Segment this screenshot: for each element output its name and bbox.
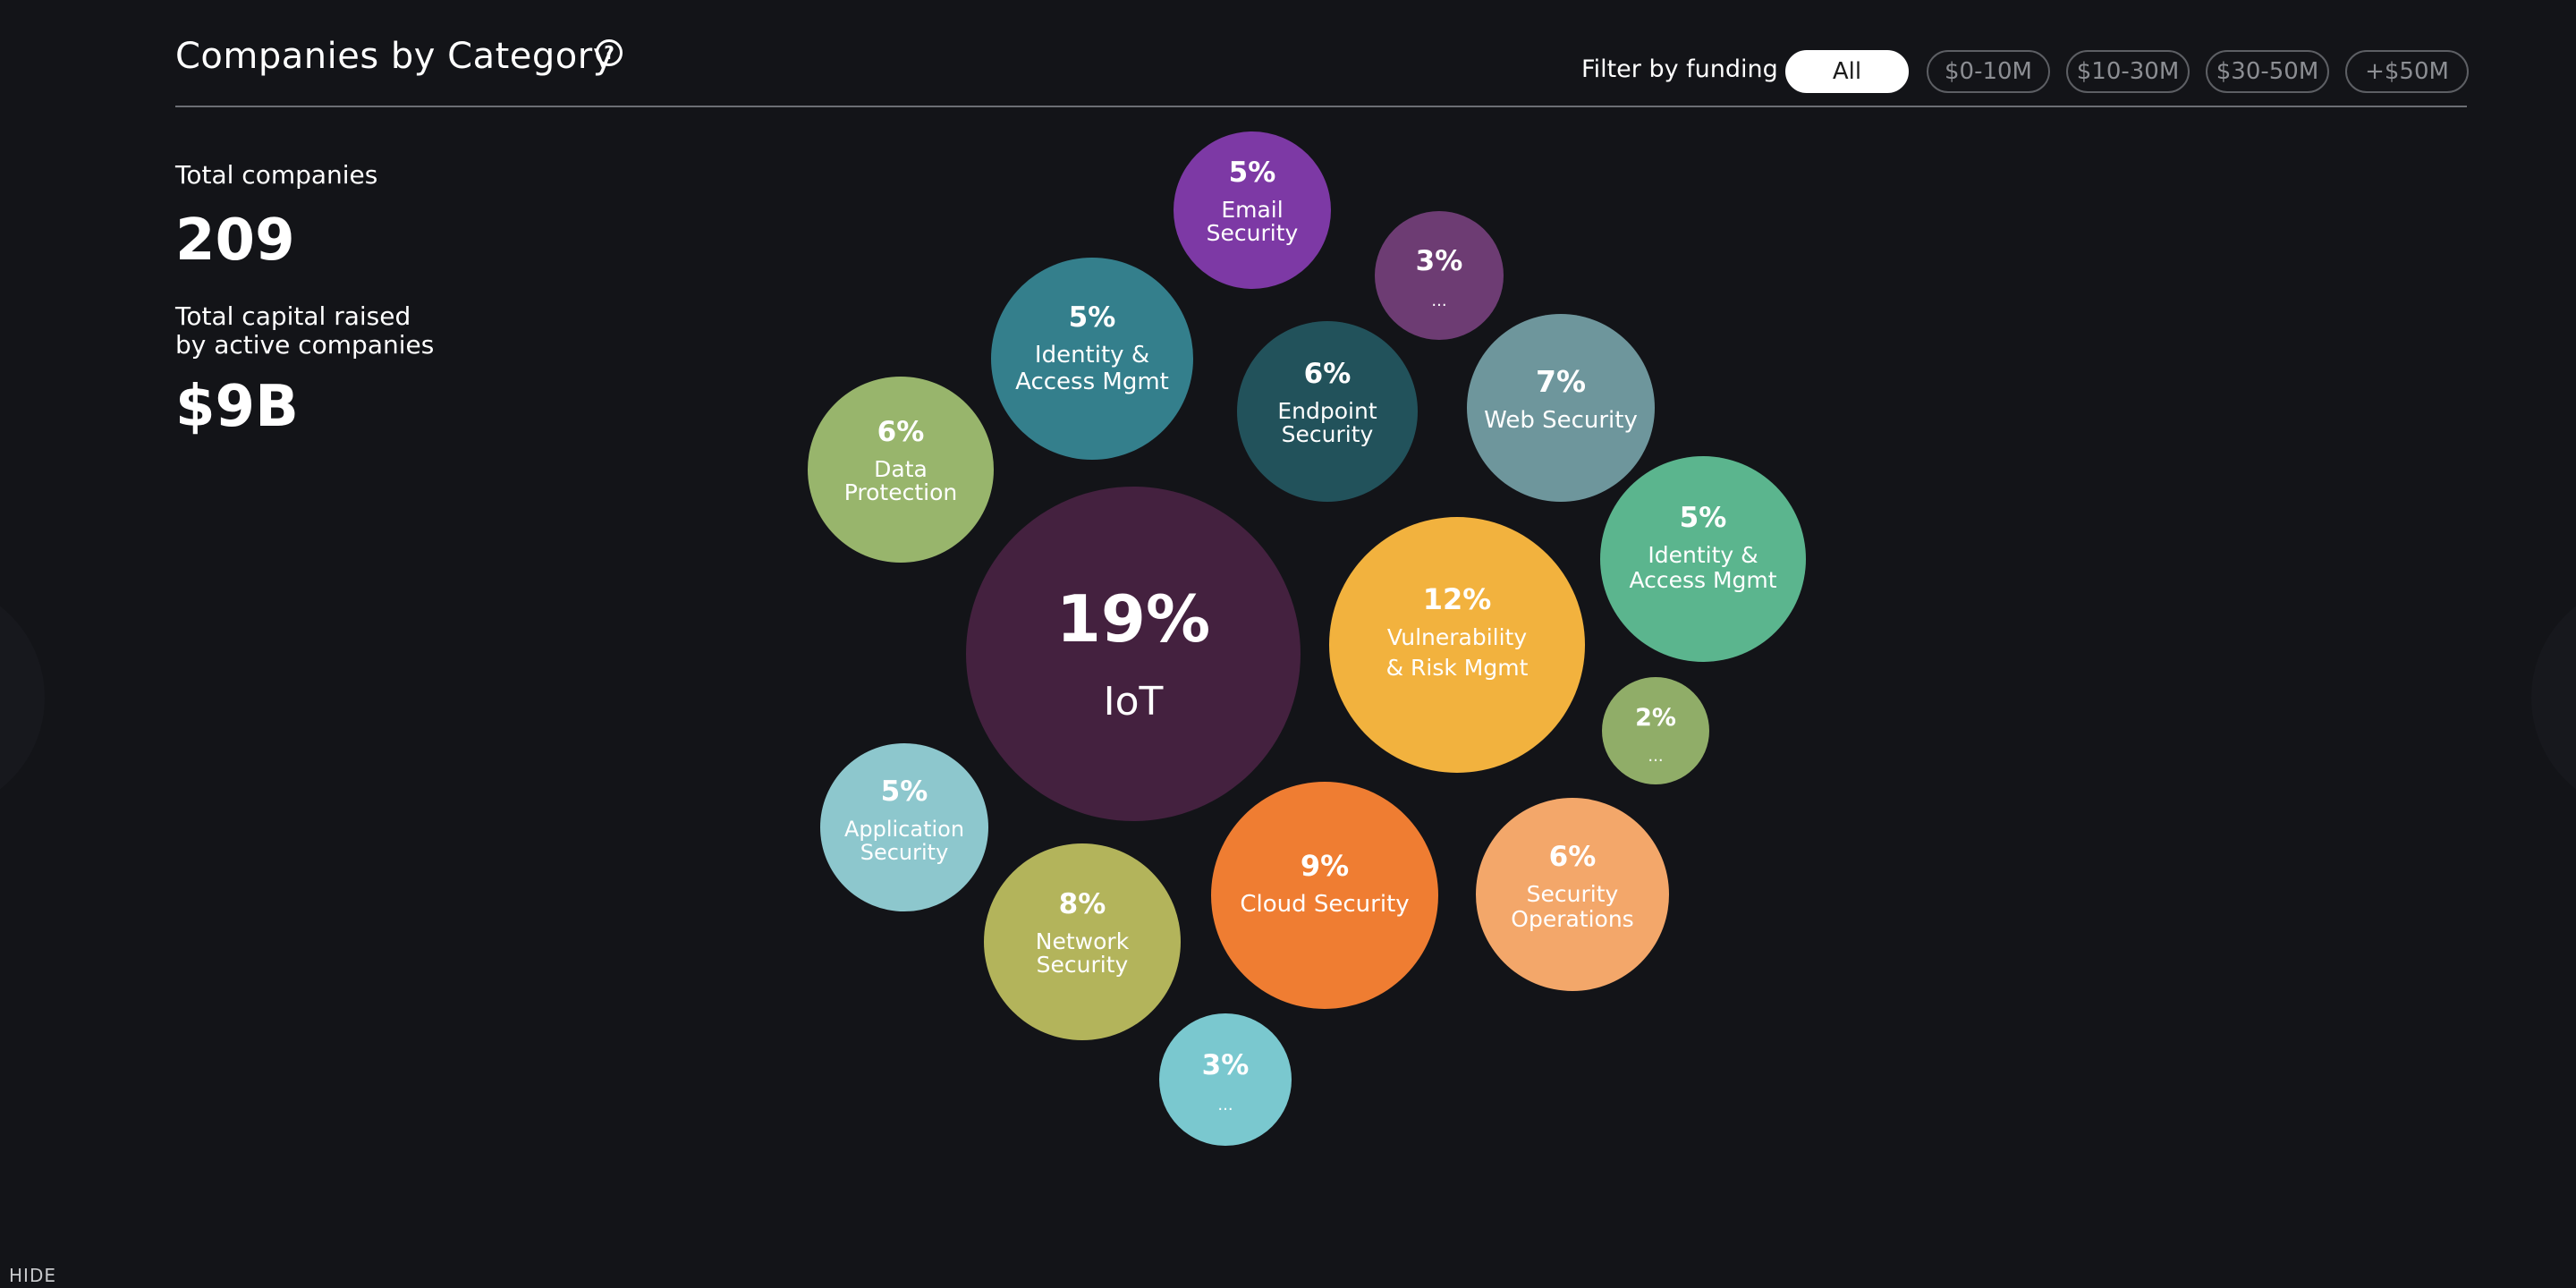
bubble-label: ... [1431, 292, 1446, 310]
bubble-label: Security [860, 840, 949, 865]
bubble-security-operations[interactable]: 6% SecurityOperations [1476, 798, 1669, 991]
bubble-percent: 3% [1202, 1049, 1250, 1081]
bubble-label: Security [1527, 881, 1619, 907]
bubble-percent: 5% [881, 775, 928, 808]
bubble-endpoint-security[interactable]: 6% EndpointSecurity [1237, 321, 1418, 502]
bubble-vulnerability-risk-mgmt[interactable]: 12% Vulnerability & Risk Mgmt [1329, 517, 1585, 773]
bubble-label: Security [1037, 952, 1129, 978]
bubble-label: IoT [1104, 679, 1164, 724]
bubble-identity-access-mgmt[interactable]: 5% Identity &Access Mgmt [1600, 456, 1806, 662]
bubble-network-security[interactable]: 8% NetworkSecurity [984, 843, 1181, 1040]
bubble-label: Access Mgmt [1629, 567, 1776, 593]
bubble-percent: 6% [877, 416, 925, 448]
bubble-label: Protection [844, 479, 957, 505]
bubble-label: Application [844, 817, 964, 842]
bubble-iot[interactable]: 19% IoT [966, 487, 1301, 821]
bubble-percent: 12% [1423, 582, 1492, 616]
bubble-label: Operations [1511, 906, 1633, 932]
bubble-percent: 5% [1680, 502, 1727, 534]
bubble-chart: 19% IoT 12% Vulnerability & Risk Mgmt 9% Cloud… [808, 131, 1806, 1146]
hide-button[interactable]: HIDE [9, 1265, 56, 1286]
bubble-other-13[interactable]: 3%... [1159, 1013, 1292, 1146]
bubble-label: ... [1648, 747, 1663, 766]
bubble-label: Identity & [1648, 542, 1758, 568]
bubble-percent: 7% [1536, 364, 1586, 399]
bubble-label: Data [874, 456, 928, 482]
bubble-percent: 19% [1056, 581, 1210, 657]
bubble-cloud-security[interactable]: 9% Cloud Security [1211, 782, 1438, 1009]
bubble-label: Vulnerability [1387, 624, 1528, 650]
dashboard: Companies by Category ? Filter by fundin… [0, 0, 2576, 1288]
bubble-email-security[interactable]: 5% EmailSecurity [1174, 131, 1331, 289]
bubble-label: Email [1221, 197, 1283, 223]
bubble-percent: 9% [1301, 849, 1349, 883]
bubble-percent: 3% [1416, 245, 1463, 277]
bubble-application-security[interactable]: 5% ApplicationSecurity [820, 743, 988, 911]
bubble-percent: 5% [1069, 301, 1116, 334]
bubble-label: Identity & [1035, 342, 1149, 369]
bubble-label: Endpoint [1277, 398, 1377, 424]
bubble-label: Web Security [1484, 407, 1638, 434]
bubble-label: Security [1282, 421, 1374, 447]
bubble-identity-access-mgmt[interactable]: 5% Identity &Access Mgmt [991, 258, 1193, 460]
bubble-label: Cloud Security [1240, 891, 1409, 918]
bubble-label: Security [1207, 220, 1299, 246]
bubble-other-14[interactable]: 2%... [1602, 677, 1709, 784]
bubble-percent: 5% [1229, 157, 1276, 189]
bubble-data-protection[interactable]: 6% DataProtection [808, 377, 994, 563]
bubble-web-security[interactable]: 7% Web Security [1467, 314, 1655, 502]
bubble-label: & Risk Mgmt [1386, 655, 1529, 681]
bubble-percent: 6% [1304, 358, 1352, 390]
bubble-label: Network [1036, 928, 1130, 954]
bubble-other-12[interactable]: 3%... [1375, 211, 1504, 340]
bubble-label: Access Mgmt [1015, 369, 1169, 395]
bubble-percent: 8% [1059, 888, 1106, 920]
bubble-percent: 2% [1635, 704, 1676, 732]
bubble-percent: 6% [1549, 841, 1597, 873]
bubble-label: ... [1217, 1096, 1233, 1114]
